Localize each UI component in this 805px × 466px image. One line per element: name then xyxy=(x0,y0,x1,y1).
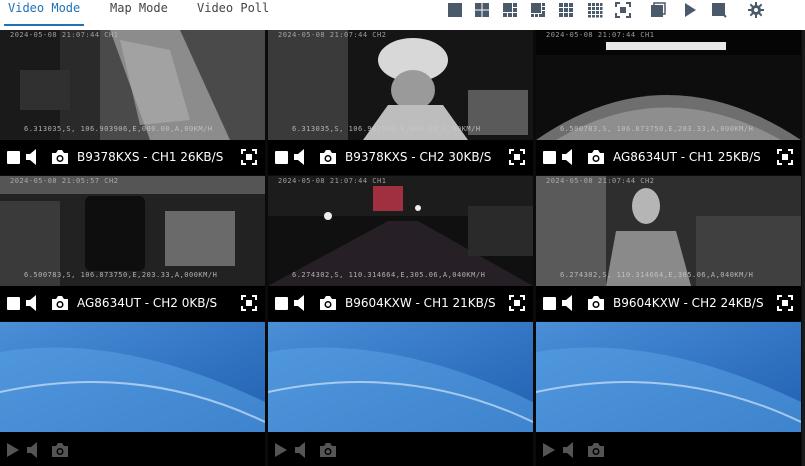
snapshot-camera-icon[interactable] xyxy=(319,295,337,311)
empty-video-background xyxy=(268,322,533,432)
layout-9-icon[interactable] xyxy=(558,2,574,18)
snapshot-camera-icon[interactable] xyxy=(587,442,605,458)
speaker-icon[interactable] xyxy=(26,295,40,311)
video-timestamp: 2024-05-08 21:07:44 CH1 xyxy=(10,31,119,39)
video-feed xyxy=(268,30,533,140)
speaker-icon[interactable] xyxy=(27,442,41,458)
speaker-icon[interactable] xyxy=(563,442,577,458)
layout-1-icon[interactable] xyxy=(447,2,463,18)
fullscreen-icon[interactable] xyxy=(777,149,793,165)
snapshot-camera-icon[interactable] xyxy=(587,149,605,165)
tab-video-poll[interactable]: Video Poll xyxy=(197,0,269,26)
top-bar: Video Mode Map Mode Video Poll xyxy=(0,0,805,28)
video-cell-empty-3[interactable] xyxy=(536,322,801,466)
fullscreen-icon[interactable] xyxy=(509,149,525,165)
speaker-icon[interactable] xyxy=(562,295,576,311)
video-cell-4[interactable]: 2024-05-08 21:05:57 CH2 6.500783,S, 106.… xyxy=(0,176,265,321)
video-feed xyxy=(0,30,265,140)
video-grid: 2024-05-08 21:07:44 CH1 6.313035,S, 106.… xyxy=(0,30,803,466)
video-timestamp: 2024-05-08 21:05:57 CH2 xyxy=(10,177,119,185)
video-control-bar xyxy=(536,432,801,466)
video-feed xyxy=(268,176,533,286)
select-checkbox[interactable] xyxy=(275,151,288,164)
layout-16-icon[interactable] xyxy=(587,2,603,18)
channel-title: B9604KXW - CH1 21KB/S xyxy=(345,296,496,310)
video-feed xyxy=(0,176,265,286)
layout-6-icon[interactable] xyxy=(502,2,518,18)
settings-icon[interactable] xyxy=(748,2,764,18)
video-control-bar: B9378KXS - CH2 30KB/S xyxy=(268,140,533,175)
video-gps-overlay: 6.313035,S, 106.903906,E,000.00,A,00KM/H xyxy=(24,125,213,133)
fullscreen-icon[interactable] xyxy=(509,295,525,311)
fullscreen-icon[interactable] xyxy=(777,295,793,311)
video-timestamp: 2024-05-08 21:07:44 CH1 xyxy=(278,177,387,185)
speaker-icon[interactable] xyxy=(294,295,308,311)
video-cell-1[interactable]: 2024-05-08 21:07:44 CH1 6.313035,S, 106.… xyxy=(0,30,265,175)
video-control-bar: AG8634UT - CH1 25KB/S xyxy=(536,140,801,175)
video-timestamp: 2024-05-08 21:07:44 CH2 xyxy=(546,177,655,185)
play-icon[interactable] xyxy=(682,2,698,18)
select-checkbox[interactable] xyxy=(543,151,556,164)
play-icon[interactable] xyxy=(275,442,287,458)
select-checkbox[interactable] xyxy=(7,151,20,164)
play-icon[interactable] xyxy=(7,442,19,458)
video-cell-empty-2[interactable] xyxy=(268,322,533,466)
fullscreen-toggle-icon[interactable] xyxy=(615,2,631,18)
video-cell-empty-1[interactable] xyxy=(0,322,265,466)
video-gps-overlay: 6.500783,S, 106.873750,E,203.33,A,000KM/… xyxy=(24,271,218,279)
channel-title: B9604KXW - CH2 24KB/S xyxy=(613,296,764,310)
video-gps-overlay: 6.500783,S, 106.873750,E,203.33,A,000KM/… xyxy=(560,125,754,133)
speaker-icon[interactable] xyxy=(562,149,576,165)
play-icon[interactable] xyxy=(543,442,555,458)
video-gps-overlay: 6.274302,S, 110.314664,E,305.06,A,040KM/… xyxy=(560,271,754,279)
channel-title: B9378KXS - CH2 30KB/S xyxy=(345,150,492,164)
snapshot-camera-icon[interactable] xyxy=(51,295,69,311)
select-checkbox[interactable] xyxy=(7,297,20,310)
video-cell-6[interactable]: 2024-05-08 21:07:44 CH2 6.274302,S, 110.… xyxy=(536,176,801,321)
window-icon[interactable] xyxy=(650,2,666,18)
video-feed xyxy=(536,176,801,286)
video-control-bar: AG8634UT - CH2 0KB/S xyxy=(0,286,265,321)
tab-map-mode[interactable]: Map Mode xyxy=(110,0,168,26)
empty-video-background xyxy=(0,322,265,432)
snapshot-camera-icon[interactable] xyxy=(51,442,69,458)
channel-title: AG8634UT - CH1 25KB/S xyxy=(613,150,761,164)
speaker-icon[interactable] xyxy=(294,149,308,165)
video-feed xyxy=(536,30,801,140)
video-control-bar: B9604KXW - CH2 24KB/S xyxy=(536,286,801,321)
video-control-bar xyxy=(268,432,533,466)
video-control-bar xyxy=(0,432,265,466)
layout-8-icon[interactable] xyxy=(530,2,546,18)
fullscreen-icon[interactable] xyxy=(241,295,257,311)
select-checkbox[interactable] xyxy=(543,297,556,310)
layout-4-icon[interactable] xyxy=(474,2,490,18)
video-cell-3[interactable]: 2024-05-08 21:07:44 CH1 6.500783,S, 106.… xyxy=(536,30,801,175)
video-cell-2[interactable]: 2024-05-08 21:07:44 CH2 6.313035,S, 106.… xyxy=(268,30,533,175)
snapshot-camera-icon[interactable] xyxy=(319,149,337,165)
video-control-bar: B9604KXW - CH1 21KB/S xyxy=(268,286,533,321)
snapshot-camera-icon[interactable] xyxy=(587,295,605,311)
video-cell-5[interactable]: 2024-05-08 21:07:44 CH1 6.274302,S, 110.… xyxy=(268,176,533,321)
tab-video-mode[interactable]: Video Mode xyxy=(4,0,85,26)
video-timestamp: 2024-05-08 21:07:44 CH1 xyxy=(546,31,655,39)
video-gps-overlay: 6.274302,S, 110.314664,E,305.06,A,040KM/… xyxy=(292,271,486,279)
fullscreen-icon[interactable] xyxy=(241,149,257,165)
speaker-icon[interactable] xyxy=(295,442,309,458)
video-timestamp: 2024-05-08 21:07:44 CH2 xyxy=(278,31,387,39)
snapshot-camera-icon[interactable] xyxy=(319,442,337,458)
empty-video-background xyxy=(536,322,801,432)
select-checkbox[interactable] xyxy=(275,297,288,310)
video-gps-overlay: 6.313035,S, 106.903906,E,000.00,A,00KM/H xyxy=(292,125,481,133)
channel-title: B9378KXS - CH1 26KB/S xyxy=(77,150,224,164)
channel-title: AG8634UT - CH2 0KB/S xyxy=(77,296,218,310)
video-control-bar: B9378KXS - CH1 26KB/S xyxy=(0,140,265,175)
snapshot-camera-icon[interactable] xyxy=(51,149,69,165)
speaker-icon[interactable] xyxy=(26,149,40,165)
stop-icon[interactable] xyxy=(711,2,727,18)
